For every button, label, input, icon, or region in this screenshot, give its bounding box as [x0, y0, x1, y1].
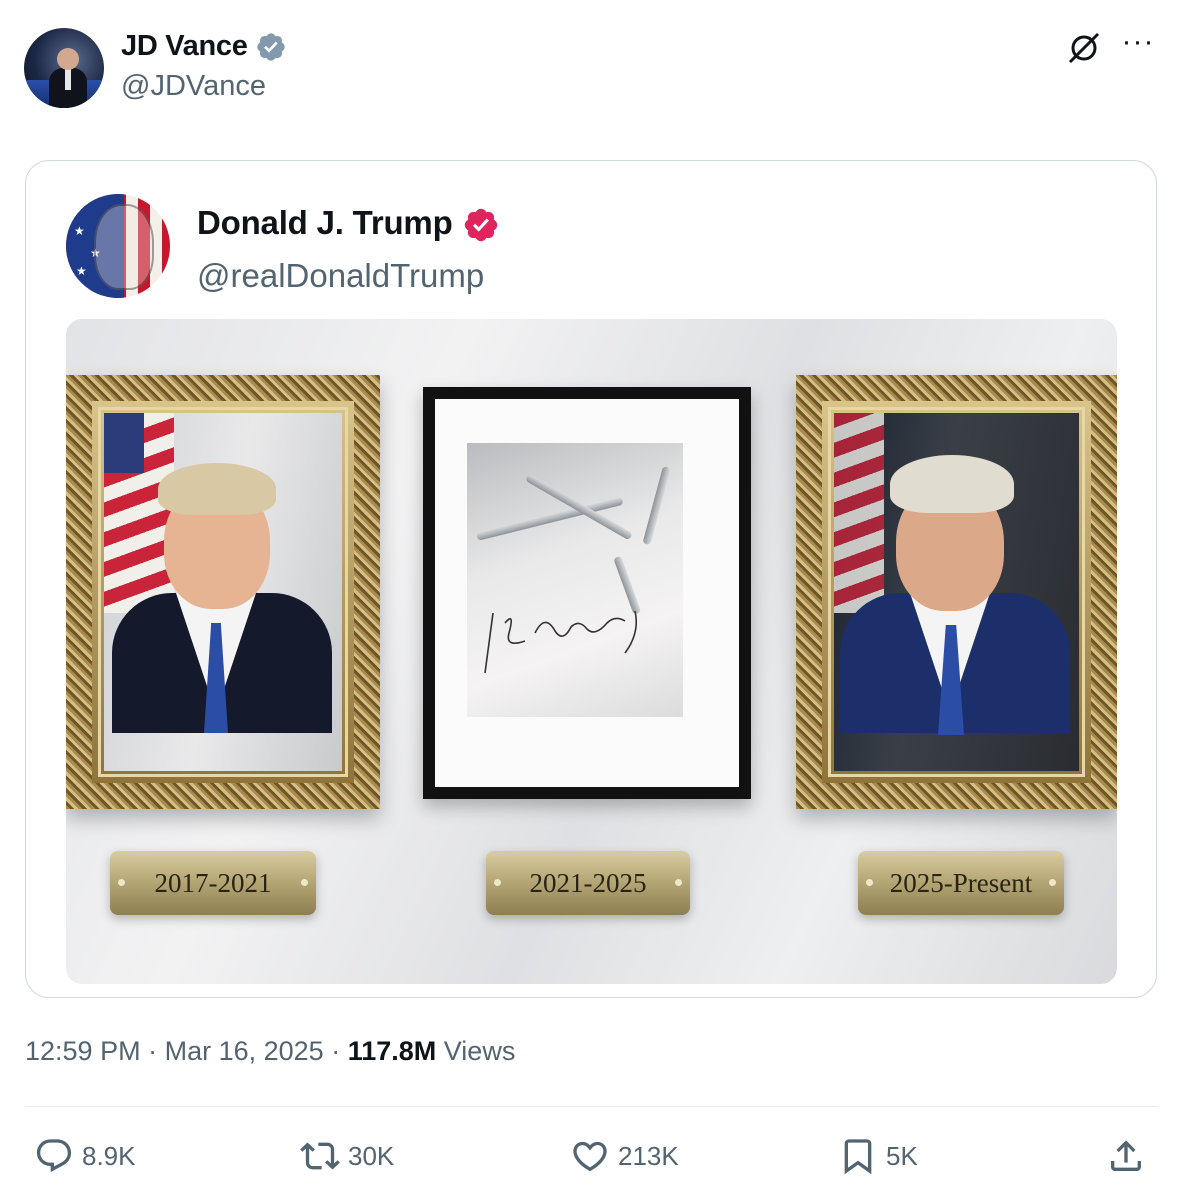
- portrait-hair: [890, 455, 1014, 513]
- share-icon: [1111, 1140, 1141, 1171]
- autopen-photo: [467, 443, 683, 717]
- portrait-2025: [834, 413, 1079, 771]
- like-icon: [573, 1141, 607, 1172]
- plaque-text: 2021-2025: [529, 868, 647, 898]
- portrait-2017: [104, 413, 342, 771]
- author-name[interactable]: JD Vance: [121, 30, 248, 62]
- avatar-head: [57, 48, 79, 70]
- meta-separator: ·: [323, 1036, 348, 1066]
- reply-button[interactable]: 8.9K: [34, 1134, 136, 1178]
- flag-canton: [104, 413, 144, 473]
- post-meta: 12:59 PM · Mar 16, 2025 · 117.8M Views: [25, 1036, 515, 1067]
- post-time[interactable]: 12:59 PM: [25, 1036, 141, 1066]
- share-button[interactable]: [1106, 1134, 1146, 1178]
- repost-count: 30K: [348, 1140, 395, 1171]
- post-media-image[interactable]: 2017-2021 2021-2025 2025-Present: [66, 319, 1117, 984]
- bookmark-icon: [844, 1139, 872, 1175]
- like-count: 213K: [618, 1140, 679, 1171]
- signature-frame: [423, 387, 751, 799]
- flag: [834, 413, 884, 613]
- plaque-screw: [301, 879, 308, 886]
- plaque-screw: [866, 879, 873, 886]
- meta-separator: ·: [140, 1036, 165, 1066]
- author-avatar[interactable]: [24, 28, 104, 108]
- post-date[interactable]: Mar 16, 2025: [165, 1036, 324, 1066]
- verified-badge-icon: [257, 33, 286, 62]
- plaque-left: 2017-2021: [110, 851, 316, 915]
- plaque-screw: [675, 879, 682, 886]
- repost-icon: [300, 1142, 340, 1170]
- author-name-row[interactable]: JD Vance: [121, 30, 287, 63]
- divider: [25, 1106, 1157, 1107]
- portrait-frame-right: [796, 375, 1117, 809]
- grok-icon[interactable]: [1066, 30, 1102, 66]
- views-label: Views: [443, 1036, 516, 1066]
- plaque-center: 2021-2025: [486, 851, 690, 915]
- plaque-screw: [1049, 879, 1056, 886]
- like-button[interactable]: 213K: [570, 1134, 679, 1178]
- more-icon[interactable]: ···: [1118, 27, 1158, 66]
- plaque-screw: [118, 879, 125, 886]
- quoted-author-handle[interactable]: @realDonaldTrump: [197, 257, 484, 295]
- repost-button[interactable]: 30K: [300, 1134, 394, 1178]
- bookmark-button[interactable]: 5K: [838, 1134, 918, 1178]
- autopen-pen: [642, 465, 671, 546]
- frame-inner: [92, 401, 354, 783]
- plaque-text: 2025-Present: [889, 868, 1033, 898]
- quoted-author-name-row[interactable]: Donald J. Trump: [197, 204, 500, 244]
- star-icon: ★: [76, 264, 87, 278]
- autopen-signature: [484, 610, 638, 674]
- author-handle[interactable]: @JDVance: [121, 70, 266, 103]
- frame-inner: [822, 401, 1091, 783]
- quoted-author-avatar[interactable]: ★ ★ ★: [66, 194, 170, 298]
- star-icon: ★: [74, 224, 85, 238]
- plaque-right: 2025-Present: [858, 851, 1064, 915]
- reply-icon: [36, 1139, 72, 1173]
- reply-count: 8.9K: [82, 1140, 136, 1171]
- quoted-author-name[interactable]: Donald J. Trump: [197, 204, 453, 241]
- portrait-hair: [158, 463, 276, 515]
- verified-badge-icon: [464, 209, 497, 242]
- quoted-post-card[interactable]: ★ ★ ★ Donald J. Trump @realDonaldTrump 2…: [25, 160, 1157, 998]
- plaque-screw: [494, 879, 501, 886]
- portrait-frame-left: [66, 375, 380, 809]
- avatar-face: [94, 204, 154, 290]
- avatar-shirt: [65, 68, 71, 90]
- bookmark-count: 5K: [886, 1140, 918, 1171]
- views-count: 117.8M: [347, 1036, 437, 1066]
- plaque-text: 2017-2021: [154, 868, 272, 898]
- autopen-arm: [525, 473, 633, 541]
